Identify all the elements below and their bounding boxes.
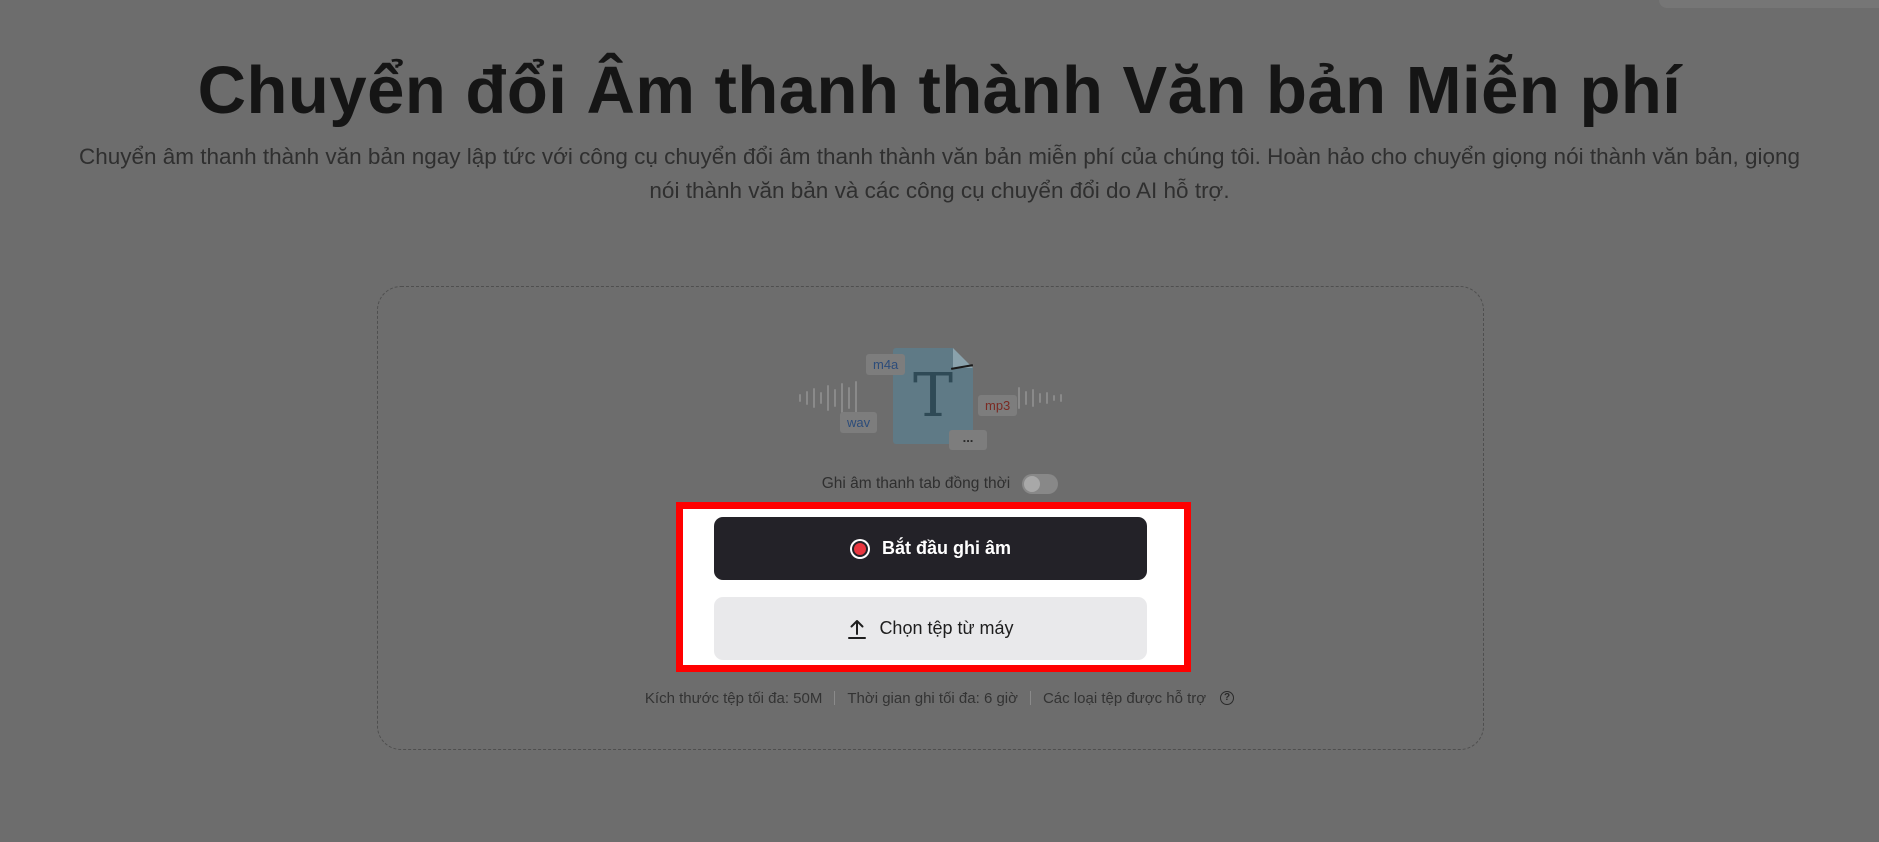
max-record-duration: Thời gian ghi tối đa: 6 giờ [847,689,1018,707]
doc-letter: T [912,361,954,431]
tab-audio-toggle[interactable] [1022,474,1059,494]
audio-to-text-illustration: T m4a wav mp3 ... [793,340,1068,458]
format-tag-m4a: m4a [866,354,906,375]
tab-audio-toggle-label: Ghi âm thanh tab đồng thời [821,475,1011,492]
upload-limits-info: Kích thước tệp tối đa: 50M Thời gian ghi… [0,688,1879,708]
sound-wave-left-icon [799,380,857,416]
sound-wave-right-icon [1018,380,1062,416]
start-recording-label: Bắt đầu ghi âm [881,538,1011,558]
choose-file-button[interactable]: Chọn tệp từ máy [714,597,1147,660]
format-tag-more: ... [949,430,987,450]
tab-audio-toggle-row: Ghi âm thanh tab đồng thời [760,471,1120,497]
format-tag-mp3: mp3 [978,395,1018,416]
max-file-size: Kích thước tệp tối đa: 50M [644,689,823,707]
help-icon[interactable]: ? [1220,691,1235,705]
toggle-knob [1024,476,1041,492]
record-icon [849,538,870,559]
top-right-panel-edge [1659,0,1879,8]
subtitle-line-2: nói thành văn bản và các công cụ chuyển … [649,178,1230,203]
page-subtitle: Chuyển âm thanh thành văn bản ngay lập t… [0,140,1879,208]
supported-file-types: Các loại tệp được hỗ trợ [1042,689,1207,707]
start-recording-button[interactable]: Bắt đầu ghi âm [714,517,1147,580]
upload-icon [848,619,867,639]
subtitle-line-1: Chuyển âm thanh thành văn bản ngay lập t… [78,144,1801,169]
info-divider [1029,691,1031,705]
page-title: Chuyển đổi Âm thanh thành Văn bản Miễn p… [197,53,1682,128]
info-divider [834,691,836,705]
format-tag-wav: wav [840,412,878,433]
choose-file-label: Chọn tệp từ máy [879,618,1014,638]
